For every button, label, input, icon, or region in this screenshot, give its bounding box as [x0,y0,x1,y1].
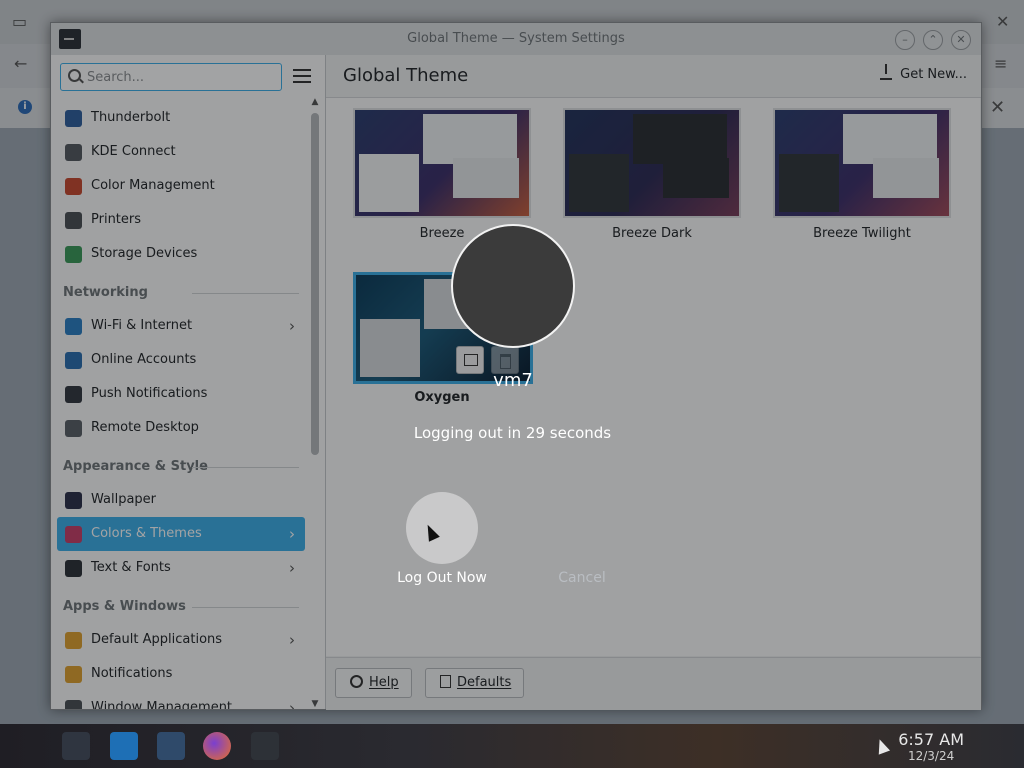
clock-time: 6:57 AM [898,730,964,749]
clock-date: 12/3/24 [907,749,955,763]
application-launcher-icon[interactable] [62,732,90,760]
logout-countdown: Logging out in 29 seconds [413,424,612,442]
firefox-icon[interactable] [203,732,231,760]
file-manager-icon[interactable] [110,732,138,760]
clock[interactable]: 6:57 AM 12/3/24 [898,730,964,764]
username: vm7 [493,370,533,391]
user-avatar [451,224,575,348]
log-out-now-label: Log Out Now [397,570,487,586]
window-switcher-icon[interactable] [157,732,185,760]
log-out-icon[interactable] [406,492,478,564]
terminal-icon[interactable] [251,732,279,760]
logout-overlay: vm7 Logging out in 29 seconds Log Out No… [0,0,1024,724]
cancel-label: Cancel [558,570,606,586]
taskbar: 6:57 AM 12/3/24 [0,724,1024,768]
